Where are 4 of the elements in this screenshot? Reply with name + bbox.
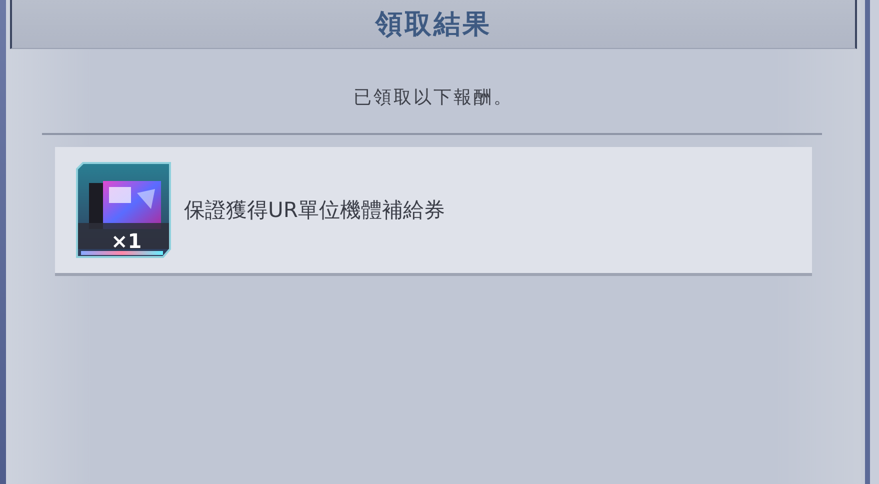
reward-name: 保證獲得UR單位機體補給券	[184, 197, 445, 224]
message-text: 已領取以下報酬。	[354, 86, 514, 109]
dialog-title: 領取結果	[376, 8, 492, 42]
quantity-label: ×1	[111, 229, 142, 253]
